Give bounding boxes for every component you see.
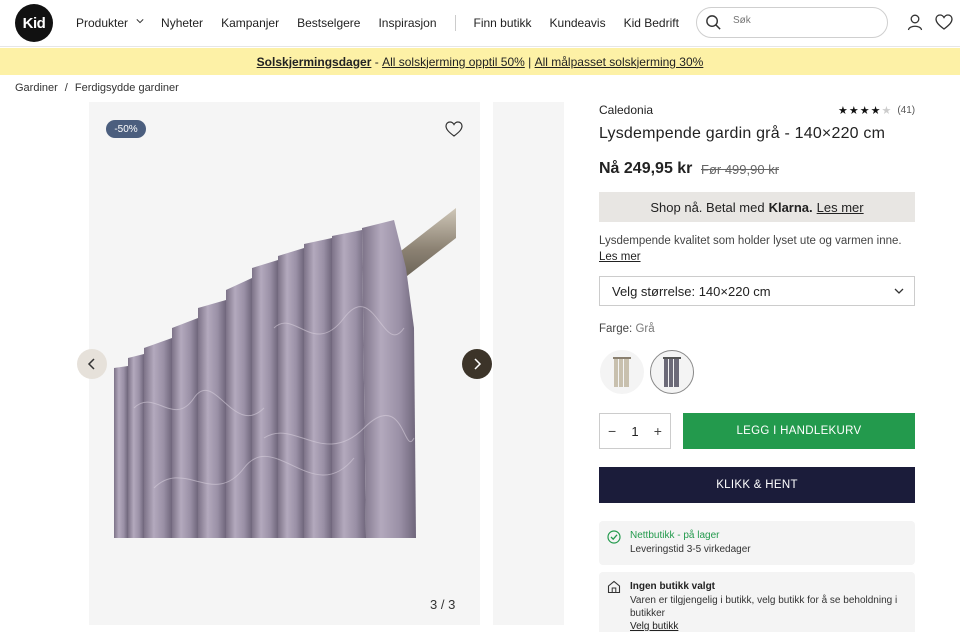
color-value: Grå <box>635 323 655 335</box>
nav-find-store[interactable]: Finn butikk <box>474 16 532 30</box>
color-swatch-beige[interactable] <box>600 350 644 394</box>
klarna-banner: Shop nå. Betal med Klarna. Les mer <box>599 192 915 222</box>
color-swatch-grey[interactable] <box>650 350 694 394</box>
search-box[interactable] <box>696 7 888 38</box>
store-title: Ingen butikk valgt <box>630 581 716 592</box>
product-brand[interactable]: Caledonia <box>599 103 653 117</box>
store-icon <box>607 580 621 594</box>
quantity-value[interactable]: 1 <box>631 424 638 439</box>
chevron-down-icon <box>136 19 144 24</box>
nav-products-label: Produkter <box>76 16 129 30</box>
current-price: Nå 249,95 kr <box>599 160 693 177</box>
add-to-cart-button[interactable]: LEGG I HANDLEKURV <box>683 413 915 449</box>
breadcrumb: Gardiner / Ferdigsydde gardiner <box>15 82 179 94</box>
banner-title: Solskjermingsdager <box>256 54 372 69</box>
online-stock-panel: Nettbutikk - på lager Leveringstid 3-5 v… <box>599 521 915 565</box>
product-title: Lysdempende gardin grå - 140×220 cm <box>599 125 886 142</box>
click-and-collect-button[interactable]: KLIKK & HENT <box>599 467 915 503</box>
choose-store-link[interactable]: Velg butikk <box>630 621 678 632</box>
store-info: Varen er tilgjengelig i butikk, velg but… <box>630 595 898 619</box>
original-price: Før 499,90 kr <box>701 162 780 177</box>
curtain-thumbnail-icon <box>663 357 681 387</box>
star-icon: ★★★★ <box>838 105 882 117</box>
chevron-right-icon <box>474 358 482 370</box>
klarna-logo: Klarna. <box>768 199 813 215</box>
size-select[interactable]: Velg størrelse: 140×220 cm <box>599 276 915 306</box>
chevron-left-icon <box>87 358 95 370</box>
banner-offer-2[interactable]: All målpasset solskjerming 30% <box>535 55 704 69</box>
description-read-more-link[interactable]: Les mer <box>599 251 641 263</box>
gallery-prev-button[interactable] <box>77 349 107 379</box>
campaign-banner[interactable]: Solskjermingsdager - All solskjerming op… <box>0 48 960 75</box>
curtain-product-image <box>114 208 456 538</box>
discount-badge: -50% <box>106 120 146 138</box>
breadcrumb-separator: / <box>64 82 68 94</box>
quantity-increase-button[interactable]: + <box>654 423 662 439</box>
user-icon[interactable] <box>906 13 924 31</box>
star-empty-icon: ★ <box>881 105 893 117</box>
nav-business[interactable]: Kid Bedrift <box>624 16 679 30</box>
klarna-read-more-link[interactable]: Les mer <box>817 200 864 215</box>
quantity-stepper: − 1 + <box>599 413 671 449</box>
site-header: Kid Produkter Nyheter Kampanjer Bestselg… <box>0 0 960 47</box>
size-select-value: Velg størrelse: 140×220 cm <box>612 283 771 299</box>
check-circle-icon <box>607 530 621 544</box>
color-label: Farge: Grå <box>599 323 655 335</box>
heart-icon[interactable] <box>935 13 953 31</box>
online-stock-status: Nettbutikk - på lager <box>630 530 720 541</box>
rating-stars: ★★★★★ <box>838 104 892 117</box>
banner-dash: - <box>371 54 383 69</box>
rating-count: (41) <box>897 105 916 116</box>
banner-divider: | <box>524 54 535 69</box>
store-stock-panel: Ingen butikk valgt Varen er tilgjengelig… <box>599 572 915 632</box>
nav-products[interactable]: Produkter <box>76 16 152 30</box>
chevron-down-icon <box>894 288 904 294</box>
banner-offer-1[interactable]: All solskjerming opptil 50% <box>382 55 525 69</box>
description-text: Lysdempende kvalitet som holder lyset ut… <box>599 235 902 247</box>
nav-divider <box>454 15 456 31</box>
main-nav: Produkter Nyheter Kampanjer Bestselgere … <box>76 15 697 31</box>
nav-campaigns[interactable]: Kampanjer <box>221 16 279 30</box>
klarna-text: Shop nå. Betal med <box>650 199 765 215</box>
delivery-time: Leveringstid 3-5 virkedager <box>630 544 751 555</box>
nav-news[interactable]: Nyheter <box>161 16 203 30</box>
product-image-next-peek[interactable] <box>493 102 564 625</box>
product-rating[interactable]: ★★★★★ (41) <box>838 104 915 117</box>
breadcrumb-item[interactable]: Ferdigsydde gardiner <box>75 82 179 94</box>
heart-icon[interactable] <box>445 121 463 137</box>
breadcrumb-item[interactable]: Gardiner <box>15 82 58 94</box>
quantity-decrease-button[interactable]: − <box>608 423 616 439</box>
image-counter: 3 / 3 <box>430 597 456 612</box>
search-icon <box>706 15 721 30</box>
gallery-next-button[interactable] <box>462 349 492 379</box>
nav-bestsellers[interactable]: Bestselgere <box>297 16 360 30</box>
kid-logo[interactable]: Kid <box>15 4 53 42</box>
nav-inspiration[interactable]: Inspirasjon <box>378 16 436 30</box>
curtain-thumbnail-icon <box>613 357 631 387</box>
search-input[interactable] <box>733 15 873 26</box>
color-label-text: Farge: <box>599 323 633 335</box>
product-description: Lysdempende kvalitet som holder lyset ut… <box>599 233 915 265</box>
nav-catalog[interactable]: Kundeavis <box>550 16 606 30</box>
